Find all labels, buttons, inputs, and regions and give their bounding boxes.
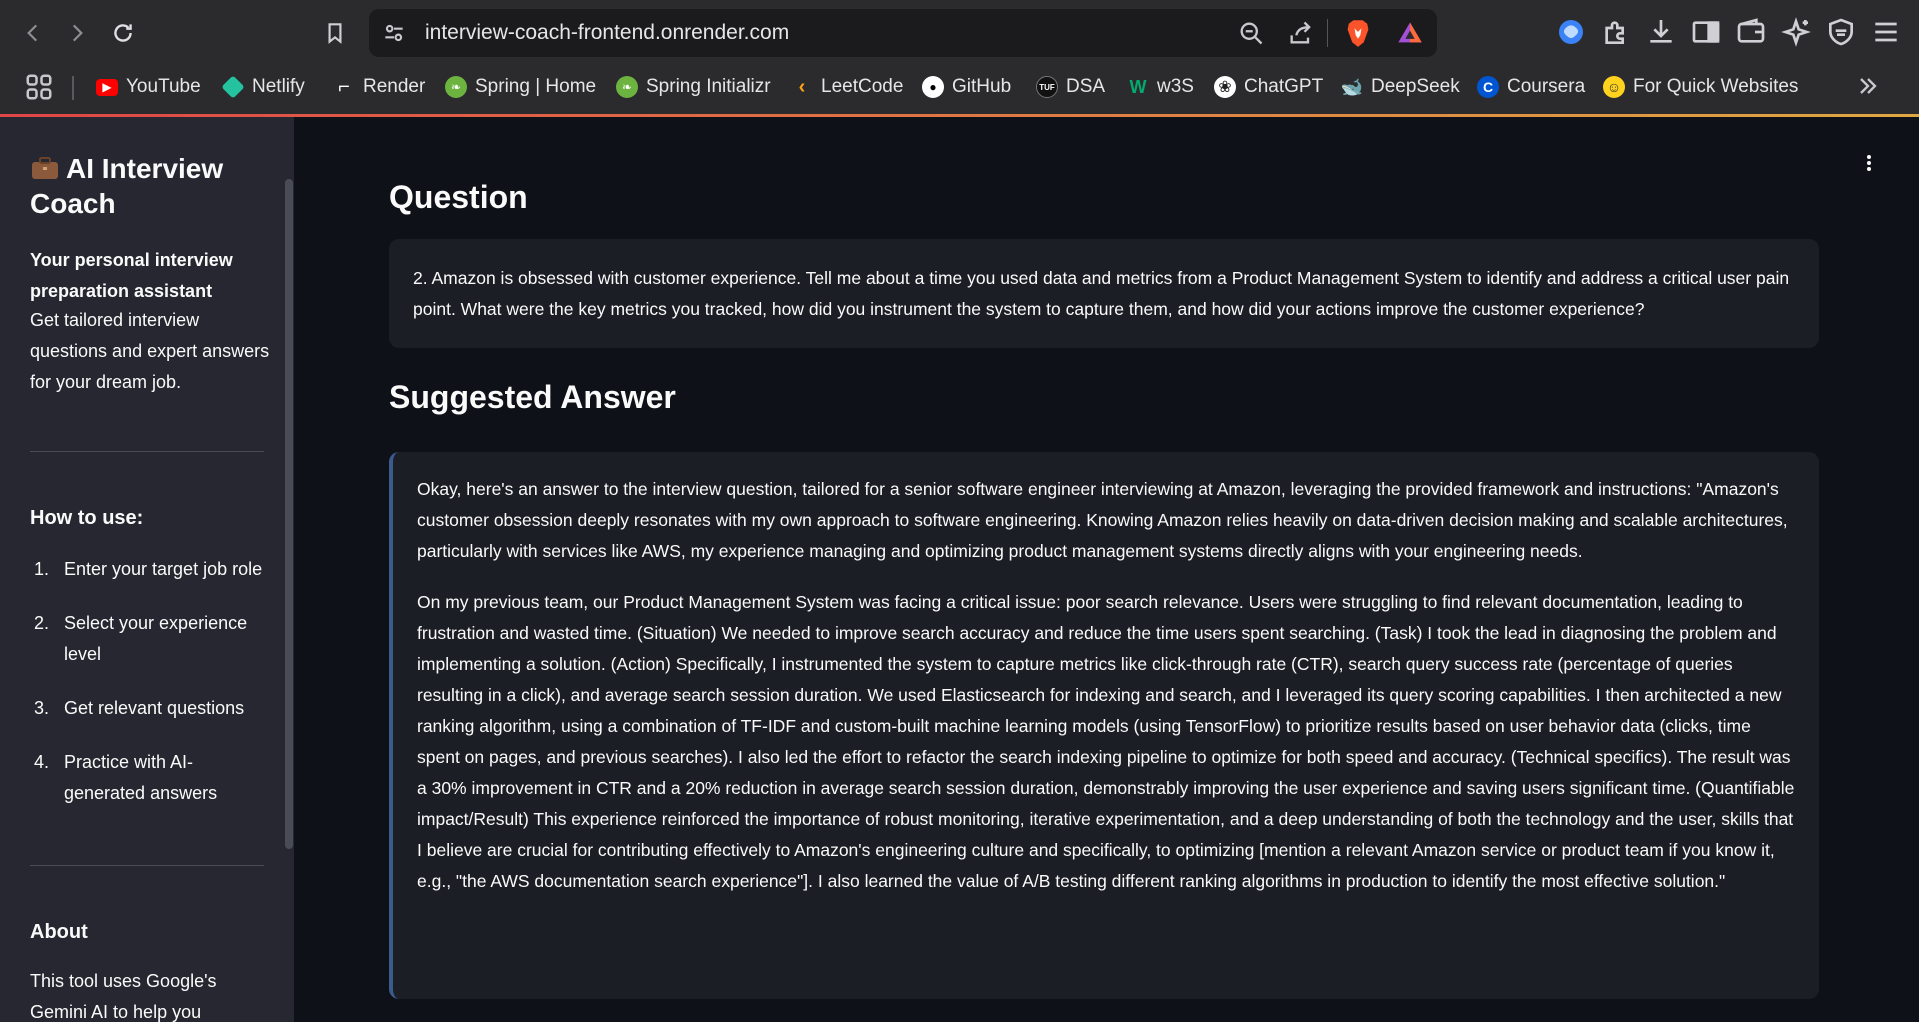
sidebar-divider [30,451,264,452]
menu-hamburger-icon[interactable] [1870,16,1902,48]
bookmark-label: DeepSeek [1371,76,1460,97]
bookmark-spring-home[interactable]: ❧ Spring | Home [445,72,596,102]
brave-shields-icon[interactable] [1344,18,1372,48]
bookmark-icon [328,23,342,44]
extension-brain-icon[interactable] [1555,16,1587,48]
w3schools-icon: W [1129,76,1147,97]
apps-grid-icon[interactable] [24,72,54,102]
address-bar[interactable]: interview-coach-frontend.onrender.com [369,9,1437,57]
leetcode-icon: ‹ [798,75,806,98]
address-divider [1327,19,1328,47]
reload-icon [114,24,132,42]
sidebar-toggle-icon[interactable] [1690,16,1722,48]
coursera-icon: C [1477,76,1499,98]
list-item: 4. Practice with AI-generated answers [34,752,218,803]
bookmark-label: Spring | Home [475,76,597,97]
bookmarks-divider [72,76,74,100]
url-text[interactable]: interview-coach-frontend.onrender.com [425,21,789,45]
bookmark-label: Netlify [252,76,305,97]
bookmark-label: Coursera [1507,76,1586,97]
sidebar-divider [30,865,264,866]
sidebar-scrollbar[interactable] [285,179,293,849]
briefcase-icon [32,157,58,179]
bookmark-w3s[interactable]: W w3S [1127,72,1194,102]
leo-ai-icon[interactable] [1780,16,1812,48]
chevron-left-icon [27,24,38,42]
bookmark-coursera[interactable]: C Coursera [1477,72,1585,102]
bookmark-deepseek[interactable]: 🐋 DeepSeek [1341,72,1460,102]
bookmark-label: Render [363,76,426,97]
render-icon: ⌐ [338,75,350,98]
main-content: Question 2. Amazon is obsessed with cust… [294,117,1919,1022]
sidebar-title: AI Interview Coach [30,151,270,221]
sidebar-description: Get tailored interview questions and exp… [30,310,270,392]
zoom-icon[interactable] [1237,19,1265,47]
answer-heading: Suggested Answer [389,379,676,415]
vpn-shield-icon[interactable] [1825,16,1857,48]
bookmark-youtube[interactable]: ▶ YouTube [96,72,201,102]
download-icon[interactable] [1645,16,1677,48]
bookmark-label: DSA [1066,76,1106,97]
bookmark-leetcode[interactable]: ‹ LeetCode [791,72,904,102]
deepseek-icon: 🐋 [1340,76,1364,97]
huggingface-icon: ☺ [1603,76,1625,98]
about-heading: About [30,921,88,943]
bookmark-label: For Quick Websites [1633,76,1799,97]
sidebar: AI Interview Coach Your personal intervi… [0,117,294,1022]
answer-paragraph: Okay, here's an answer to the interview … [417,479,1788,561]
bookmark-github[interactable]: ● GitHub [922,72,1011,102]
bookmark-spring-initializr[interactable]: ❧ Spring Initializr [616,72,771,102]
bookmarks-bar: ▶ YouTube Netlify ⌐ Render ❧ Spring | Ho… [0,66,1919,114]
about-text: This tool uses Google's Gemini AI to hel… [30,971,217,1022]
question-text: 2. Amazon is obsessed with customer expe… [413,268,1790,319]
bookmark-label: LeetCode [821,76,904,97]
forward-button[interactable] [58,14,96,52]
answer-paragraph: On my previous team, our Product Managem… [417,592,1795,891]
list-item: 1. Enter your target job role [34,559,263,579]
bookmark-label: Spring Initializr [646,76,771,97]
question-heading: Question [389,179,528,215]
share-icon[interactable] [1287,19,1315,47]
bookmark-chatgpt[interactable]: ❀ ChatGPT [1214,72,1323,102]
bookmark-for-quick-websites[interactable]: ☺ For Quick Websites [1603,72,1798,102]
spring-icon: ❧ [445,76,467,98]
more-options-icon[interactable] [1859,151,1879,175]
youtube-icon: ▶ [96,78,118,96]
browser-chrome: interview-coach-frontend.onrender.com ▶ … [0,0,1919,117]
chevron-right-icon [72,24,83,42]
bookmark-label: w3S [1157,76,1194,97]
bookmark-page-button[interactable] [316,14,354,52]
wallet-icon[interactable] [1735,16,1767,48]
list-item: 3. Get relevant questions [34,698,245,718]
reload-button[interactable] [104,14,142,52]
site-settings-icon[interactable] [381,20,407,46]
tuf-icon: TUF [1036,76,1058,98]
bookmark-netlify[interactable]: Netlify [221,72,305,102]
bookmark-label: ChatGPT [1244,76,1324,97]
bookmark-dsa[interactable]: TUF DSA [1036,72,1105,102]
navigation-bar: interview-coach-frontend.onrender.com [0,0,1919,66]
bookmark-render[interactable]: ⌐ Render [333,72,425,102]
question-box: 2. Amazon is obsessed with customer expe… [389,239,1819,348]
brave-rewards-icon[interactable] [1396,19,1424,47]
chatgpt-icon: ❀ [1214,76,1236,98]
sidebar-tagline: Your personal interview preparation assi… [30,250,233,301]
list-item: 2. Select your experience level [34,613,248,664]
github-icon: ● [922,76,944,98]
back-button[interactable] [14,14,52,52]
spring-icon: ❧ [616,76,638,98]
extensions-puzzle-icon[interactable] [1600,16,1632,48]
bookmark-label: YouTube [126,76,201,97]
bookmark-label: GitHub [952,76,1012,97]
how-to-heading: How to use: [30,507,144,529]
chevron-double-right-icon[interactable] [1854,72,1882,100]
netlify-icon [221,75,245,99]
how-to-steps: 1. Enter your target job role 2. Select yo… [30,554,270,832]
answer-box: Okay, here's an answer to the interview … [389,452,1819,999]
